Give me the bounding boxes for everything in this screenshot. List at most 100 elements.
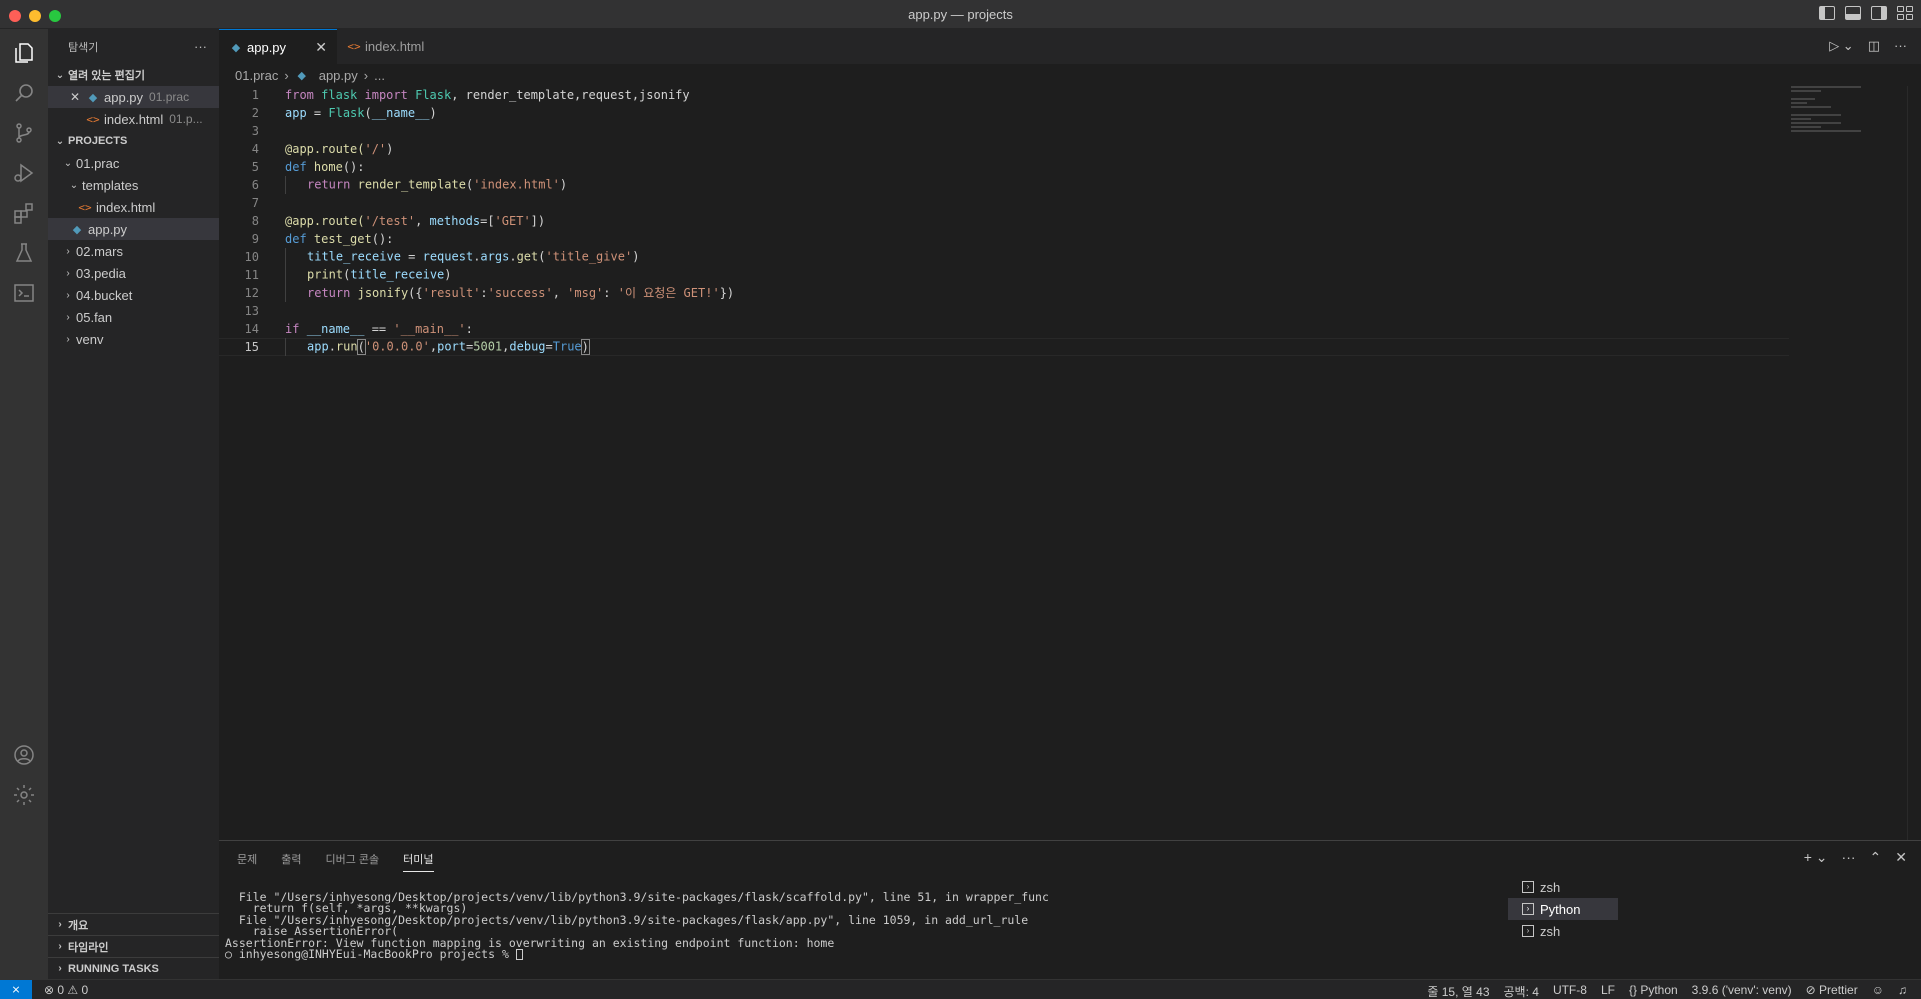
code-line-current[interactable]: 15 app.run('0.0.0.0',port=5001,debug=Tru…: [219, 338, 1789, 356]
breadcrumb-symbol[interactable]: ...: [374, 68, 385, 83]
line-number: 12: [244, 286, 259, 300]
code-line[interactable]: 2 app = Flask(__name__): [219, 104, 1789, 122]
feedback-icon[interactable]: ☺: [1872, 983, 1884, 999]
toggle-sidebar-icon[interactable]: [1819, 6, 1835, 20]
line-number: 5: [251, 160, 259, 174]
python-interpreter[interactable]: 3.9.6 ('venv': venv): [1692, 983, 1792, 999]
account-icon[interactable]: [12, 743, 36, 767]
python-file-icon: ◆: [72, 223, 82, 236]
code-line[interactable]: 8 @app.route('/test', methods=['GET']): [219, 212, 1789, 230]
maximize-panel-icon[interactable]: ⌃: [1870, 849, 1882, 866]
tree-folder-04-bucket[interactable]: › 04.bucket: [48, 284, 219, 306]
code-line[interactable]: 10 title_receive = request.args.get('tit…: [219, 248, 1789, 266]
tree-folder-02-mars[interactable]: › 02.mars: [48, 240, 219, 262]
tree-label: templates: [82, 177, 139, 193]
projects-section[interactable]: ⌄ PROJECTS: [48, 130, 219, 152]
language-mode[interactable]: {} Python: [1629, 983, 1678, 999]
running-tasks-section[interactable]: › RUNNING TASKS: [48, 957, 219, 979]
code-editor[interactable]: 1 from flask import Flask, render_templa…: [219, 86, 1921, 840]
more-actions-icon[interactable]: ···: [1894, 38, 1907, 54]
close-icon[interactable]: ✕: [315, 39, 327, 56]
terminal-name: zsh: [1540, 923, 1561, 939]
tab-debug-console[interactable]: 디버그 콘솔: [326, 851, 380, 872]
line-number: 3: [251, 124, 259, 138]
code-line[interactable]: 3: [219, 122, 1789, 140]
tab-terminal[interactable]: 터미널: [403, 851, 434, 872]
tree-file-index-html[interactable]: <> index.html: [48, 196, 219, 218]
chevron-down-icon: ⌄: [55, 135, 65, 147]
terminal-item-python[interactable]: › Python: [1508, 898, 1618, 920]
open-editor-app-py[interactable]: ✕ ◆ app.py 01.prac: [48, 86, 219, 108]
prettier-status[interactable]: ⊘ Prettier: [1806, 983, 1858, 999]
cursor-position[interactable]: 줄 15, 열 43: [1427, 983, 1489, 999]
end-of-line[interactable]: LF: [1601, 983, 1615, 999]
code-line[interactable]: 9 def test_get():: [219, 230, 1789, 248]
terminal-icon[interactable]: [12, 281, 36, 305]
close-panel-icon[interactable]: ✕: [1895, 849, 1907, 866]
remote-indicator-icon[interactable]: ⨯: [0, 980, 32, 999]
code-line[interactable]: 11 print(title_receive): [219, 266, 1789, 284]
tree-folder-05-fan[interactable]: › 05.fan: [48, 306, 219, 328]
toggle-secondary-sidebar-icon[interactable]: [1871, 6, 1887, 20]
open-editor-index-html[interactable]: <> index.html 01.p...: [48, 108, 219, 130]
tab-app-py[interactable]: ◆ app.py ✕: [219, 29, 337, 64]
code-line[interactable]: 7: [219, 194, 1789, 212]
source-control-icon[interactable]: [12, 121, 36, 145]
line-number: 4: [251, 142, 259, 156]
code-line[interactable]: 1 from flask import Flask, render_templa…: [219, 86, 1789, 104]
extensions-icon[interactable]: [12, 201, 36, 225]
tree-label: index.html: [96, 199, 156, 215]
tab-output[interactable]: 출력: [281, 851, 301, 872]
minimap[interactable]: [1791, 86, 1881, 146]
tab-problems[interactable]: 문제: [237, 851, 257, 872]
breadcrumb-folder[interactable]: 01.prac: [235, 68, 278, 83]
explorer-more-button[interactable]: ···: [194, 39, 207, 54]
html-file-icon: <>: [347, 40, 361, 53]
outline-section[interactable]: › 개요: [48, 913, 219, 935]
code-line[interactable]: 12 return jsonify({'result':'success', '…: [219, 284, 1789, 303]
problems-indicator[interactable]: ⊗ 0 ⚠ 0: [44, 983, 88, 997]
chevron-down-icon: ⌄: [63, 157, 73, 169]
notifications-bell-icon[interactable]: ♫: [1898, 983, 1907, 999]
code-line[interactable]: 13: [219, 302, 1789, 320]
search-icon[interactable]: [12, 81, 36, 105]
code-text: title_receive = request.args.get('title_…: [285, 248, 639, 266]
open-editors-title: 열려 있는 편집기: [68, 70, 145, 82]
tree-folder-03-pedia[interactable]: › 03.pedia: [48, 262, 219, 284]
code-text: return jsonify({'result':'success', 'msg…: [285, 284, 734, 303]
customize-layout-icon[interactable]: [1897, 6, 1913, 20]
tab-index-html[interactable]: <> index.html: [337, 29, 455, 64]
tree-label: 04.bucket: [76, 287, 133, 303]
terminal-item-zsh-2[interactable]: › zsh: [1508, 920, 1618, 942]
tree-folder-templates[interactable]: ⌄ templates: [48, 174, 219, 196]
open-editors-section[interactable]: ⌄ 열려 있는 편집기: [48, 64, 219, 86]
terminal-prompt[interactable]: ○ inhyesong@INHYEui-MacBookPro projects …: [225, 948, 1049, 961]
code-line[interactable]: 14 if __name__ == '__main__':: [219, 320, 1789, 338]
code-line[interactable]: 5 def home():: [219, 158, 1789, 176]
new-terminal-icon[interactable]: + ⌄: [1804, 849, 1828, 866]
close-icon[interactable]: ✕: [70, 90, 86, 104]
tree-folder-venv[interactable]: › venv: [48, 328, 219, 350]
code-line[interactable]: 6 return render_template('index.html'): [219, 176, 1789, 194]
code-text: if __name__ == '__main__':: [285, 322, 473, 336]
split-editor-icon[interactable]: ◫: [1868, 38, 1880, 54]
more-actions-icon[interactable]: ···: [1842, 849, 1856, 866]
tree-file-app-py[interactable]: ◆ app.py: [48, 218, 219, 240]
timeline-section[interactable]: › 타임라인: [48, 935, 219, 957]
settings-gear-icon[interactable]: [12, 783, 36, 807]
explorer-icon[interactable]: [12, 41, 36, 65]
activity-bar: [0, 29, 48, 979]
run-python-icon[interactable]: ▷ ⌄: [1829, 38, 1854, 54]
code-line[interactable]: 4 @app.route('/'): [219, 140, 1789, 158]
terminal-output[interactable]: File "/Users/inhyesong/Desktop/projects/…: [225, 891, 1049, 961]
breadcrumb-file[interactable]: app.py: [319, 68, 358, 83]
editor-scrollbar[interactable]: [1907, 86, 1921, 840]
tree-folder-01-prac[interactable]: ⌄ 01.prac: [48, 152, 219, 174]
terminal-item-zsh[interactable]: › zsh: [1508, 876, 1618, 898]
run-debug-icon[interactable]: [12, 161, 36, 185]
testing-icon[interactable]: [12, 241, 36, 265]
indentation[interactable]: 공백: 4: [1504, 983, 1539, 999]
toggle-panel-icon[interactable]: [1845, 6, 1861, 20]
open-editor-desc: 01.p...: [169, 112, 203, 126]
encoding[interactable]: UTF-8: [1553, 983, 1587, 999]
